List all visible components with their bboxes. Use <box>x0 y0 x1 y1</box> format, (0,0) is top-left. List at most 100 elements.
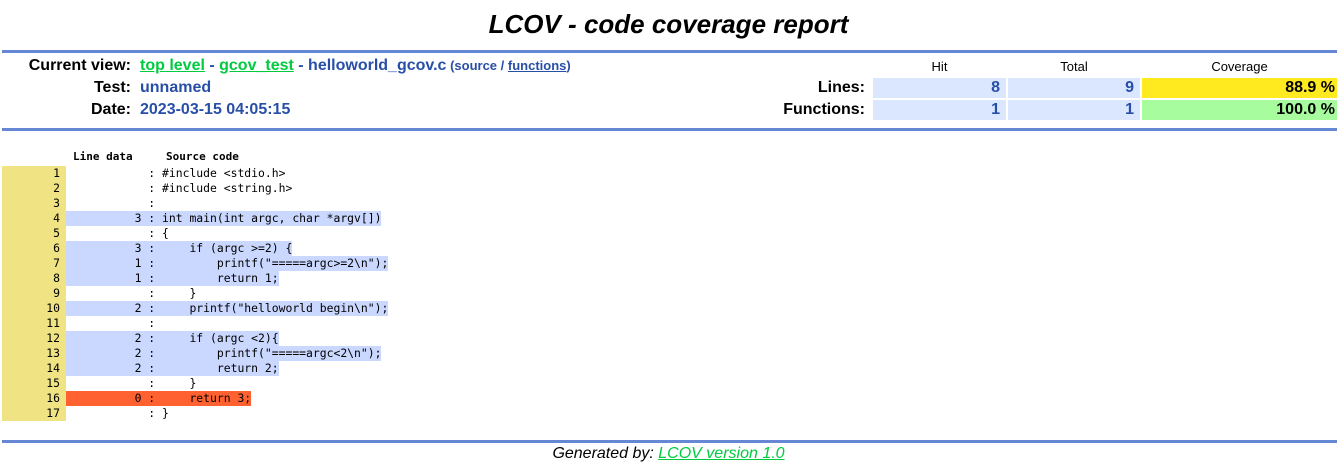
line-code: if (argc <2){ <box>162 331 279 345</box>
source-line-row: 16 0 : return 3; <box>2 391 388 406</box>
test-label: Test: <box>93 79 131 96</box>
source-line-row: 14 2 : return 2; <box>2 361 388 376</box>
line-hit-count: 2 : <box>66 346 163 360</box>
line-content: 3 : if (argc >=2) { <box>66 241 293 256</box>
breadcrumb-dir-link[interactable]: gcov_test <box>219 57 294 74</box>
source-line-row: 6 3 : if (argc >=2) { <box>2 241 388 256</box>
line-number: 13 <box>2 346 66 361</box>
line-content: 2 : return 2; <box>66 361 279 376</box>
line-content: 1 : return 1; <box>66 271 279 286</box>
view-toggle-close: ) <box>566 58 571 73</box>
lcov-version-link[interactable]: LCOV version 1.0 <box>658 445 784 462</box>
footer: Generated by: LCOV version 1.0 <box>0 444 1337 464</box>
breadcrumb-top-level-link[interactable]: top level <box>140 57 205 74</box>
line-number: 1 <box>2 166 66 181</box>
breadcrumb-current-file: helloworld_gcov.c <box>308 57 447 74</box>
line-number: 16 <box>2 391 66 406</box>
line-code: return 2; <box>162 361 279 375</box>
line-content: : } <box>66 406 169 421</box>
date-value: 2023-03-15 04:05:15 <box>140 101 291 118</box>
line-number: 11 <box>2 316 66 331</box>
line-number: 4 <box>2 211 66 226</box>
line-code: } <box>162 376 197 390</box>
line-number: 6 <box>2 241 66 256</box>
line-number: 3 <box>2 196 66 211</box>
line-code: { <box>162 226 169 240</box>
breadcrumb-separator: - <box>293 57 309 74</box>
source-line-row: 10 2 : printf("helloworld begin\n"); <box>2 301 389 316</box>
stats-col-coverage: Coverage <box>1211 59 1268 74</box>
page-title: LCOV - code coverage report <box>488 9 849 39</box>
line-content: 0 : return 3; <box>66 391 252 406</box>
source-line-row: 3 : <box>2 196 388 211</box>
lines-hit: 8 <box>873 78 1006 98</box>
header-ruler-top <box>2 50 1337 53</box>
source-line-row: 13 2 : printf("=====argc<2\n"); <box>2 346 388 361</box>
line-code: } <box>162 406 169 420</box>
line-hit-count: : <box>66 181 163 195</box>
line-code: return 1; <box>162 271 279 285</box>
source-listing: 1 : #include <stdio.h> 2 : #include <stri… <box>2 166 389 421</box>
stats-col-hit: Hit <box>931 59 948 74</box>
line-hit-count: : <box>66 196 163 210</box>
line-hit-count: 2 : <box>66 301 163 315</box>
line-content: : } <box>66 286 196 301</box>
line-content: : { <box>66 226 169 241</box>
source-line-row: 12 2 : if (argc <2){ <box>2 331 388 346</box>
source-line-row: 5 : { <box>2 226 388 241</box>
functions-label: Functions: <box>783 101 865 118</box>
line-hit-count: 2 : <box>66 361 163 375</box>
source-line-row: 2 : #include <string.h> <box>2 181 388 196</box>
date-label: Date: <box>90 101 131 118</box>
line-code: } <box>162 286 197 300</box>
line-code: printf("=====argc>=2\n"); <box>162 256 389 270</box>
source-line-row: 1 : #include <stdio.h> <box>2 166 388 181</box>
line-code: printf("=====argc<2\n"); <box>162 346 382 360</box>
line-number: 17 <box>2 406 66 421</box>
line-content: : <box>66 316 162 331</box>
lines-coverage: 88.9 % <box>1142 78 1337 98</box>
line-hit-count: : <box>66 376 163 390</box>
line-hit-count: 2 : <box>66 331 163 345</box>
line-number: 2 <box>2 181 66 196</box>
line-hit-count: : <box>66 316 163 330</box>
line-content: 2 : if (argc <2){ <box>66 331 279 346</box>
line-code: printf("helloworld begin\n"); <box>162 301 389 315</box>
view-toggle-open: (source / <box>446 58 508 73</box>
line-hit-count: 1 : <box>66 256 163 270</box>
line-code: return 3; <box>162 391 252 405</box>
line-hit-count: : <box>66 406 163 420</box>
lines-label: Lines: <box>817 79 865 96</box>
header-ruler-bottom <box>2 128 1337 131</box>
line-content: 2 : printf("helloworld begin\n"); <box>66 301 389 316</box>
line-hit-count: : <box>66 286 163 300</box>
functions-total: 1 <box>1008 100 1140 120</box>
footer-ruler <box>2 440 1337 443</box>
line-hit-count: 1 : <box>66 271 163 285</box>
source-line-row: 9 : } <box>2 286 388 301</box>
line-number: 14 <box>2 361 66 376</box>
line-content: 1 : printf("=====argc>=2\n"); <box>66 256 389 271</box>
source-line-row: 4 3 : int main(int argc, char *argv[]) <box>2 211 388 226</box>
line-hit-count: : <box>66 226 163 240</box>
functions-coverage: 100.0 % <box>1142 100 1337 120</box>
lines-total: 9 <box>1008 78 1140 98</box>
line-number: 8 <box>2 271 66 286</box>
generated-by-text: Generated by: <box>552 445 659 462</box>
line-content: : #include <stdio.h> <box>66 166 285 181</box>
stats-col-total: Total <box>1060 59 1088 74</box>
line-number: 10 <box>2 301 66 316</box>
line-content: : } <box>66 376 196 391</box>
breadcrumb: top level - gcov_test - helloworld_gcov.… <box>140 56 571 76</box>
line-code: #include <string.h> <box>162 181 293 195</box>
line-hit-count: 3 : <box>66 211 163 225</box>
functions-link[interactable]: functions <box>508 58 567 73</box>
line-number: 9 <box>2 286 66 301</box>
current-view-label: Current view: <box>28 57 131 74</box>
line-content: : <box>66 196 162 211</box>
breadcrumb-separator: - <box>204 57 220 74</box>
line-content: : #include <string.h> <box>66 181 292 196</box>
line-code: #include <stdio.h> <box>162 166 286 180</box>
source-line-row: 8 1 : return 1; <box>2 271 388 286</box>
line-hit-count: 0 : <box>66 391 163 405</box>
